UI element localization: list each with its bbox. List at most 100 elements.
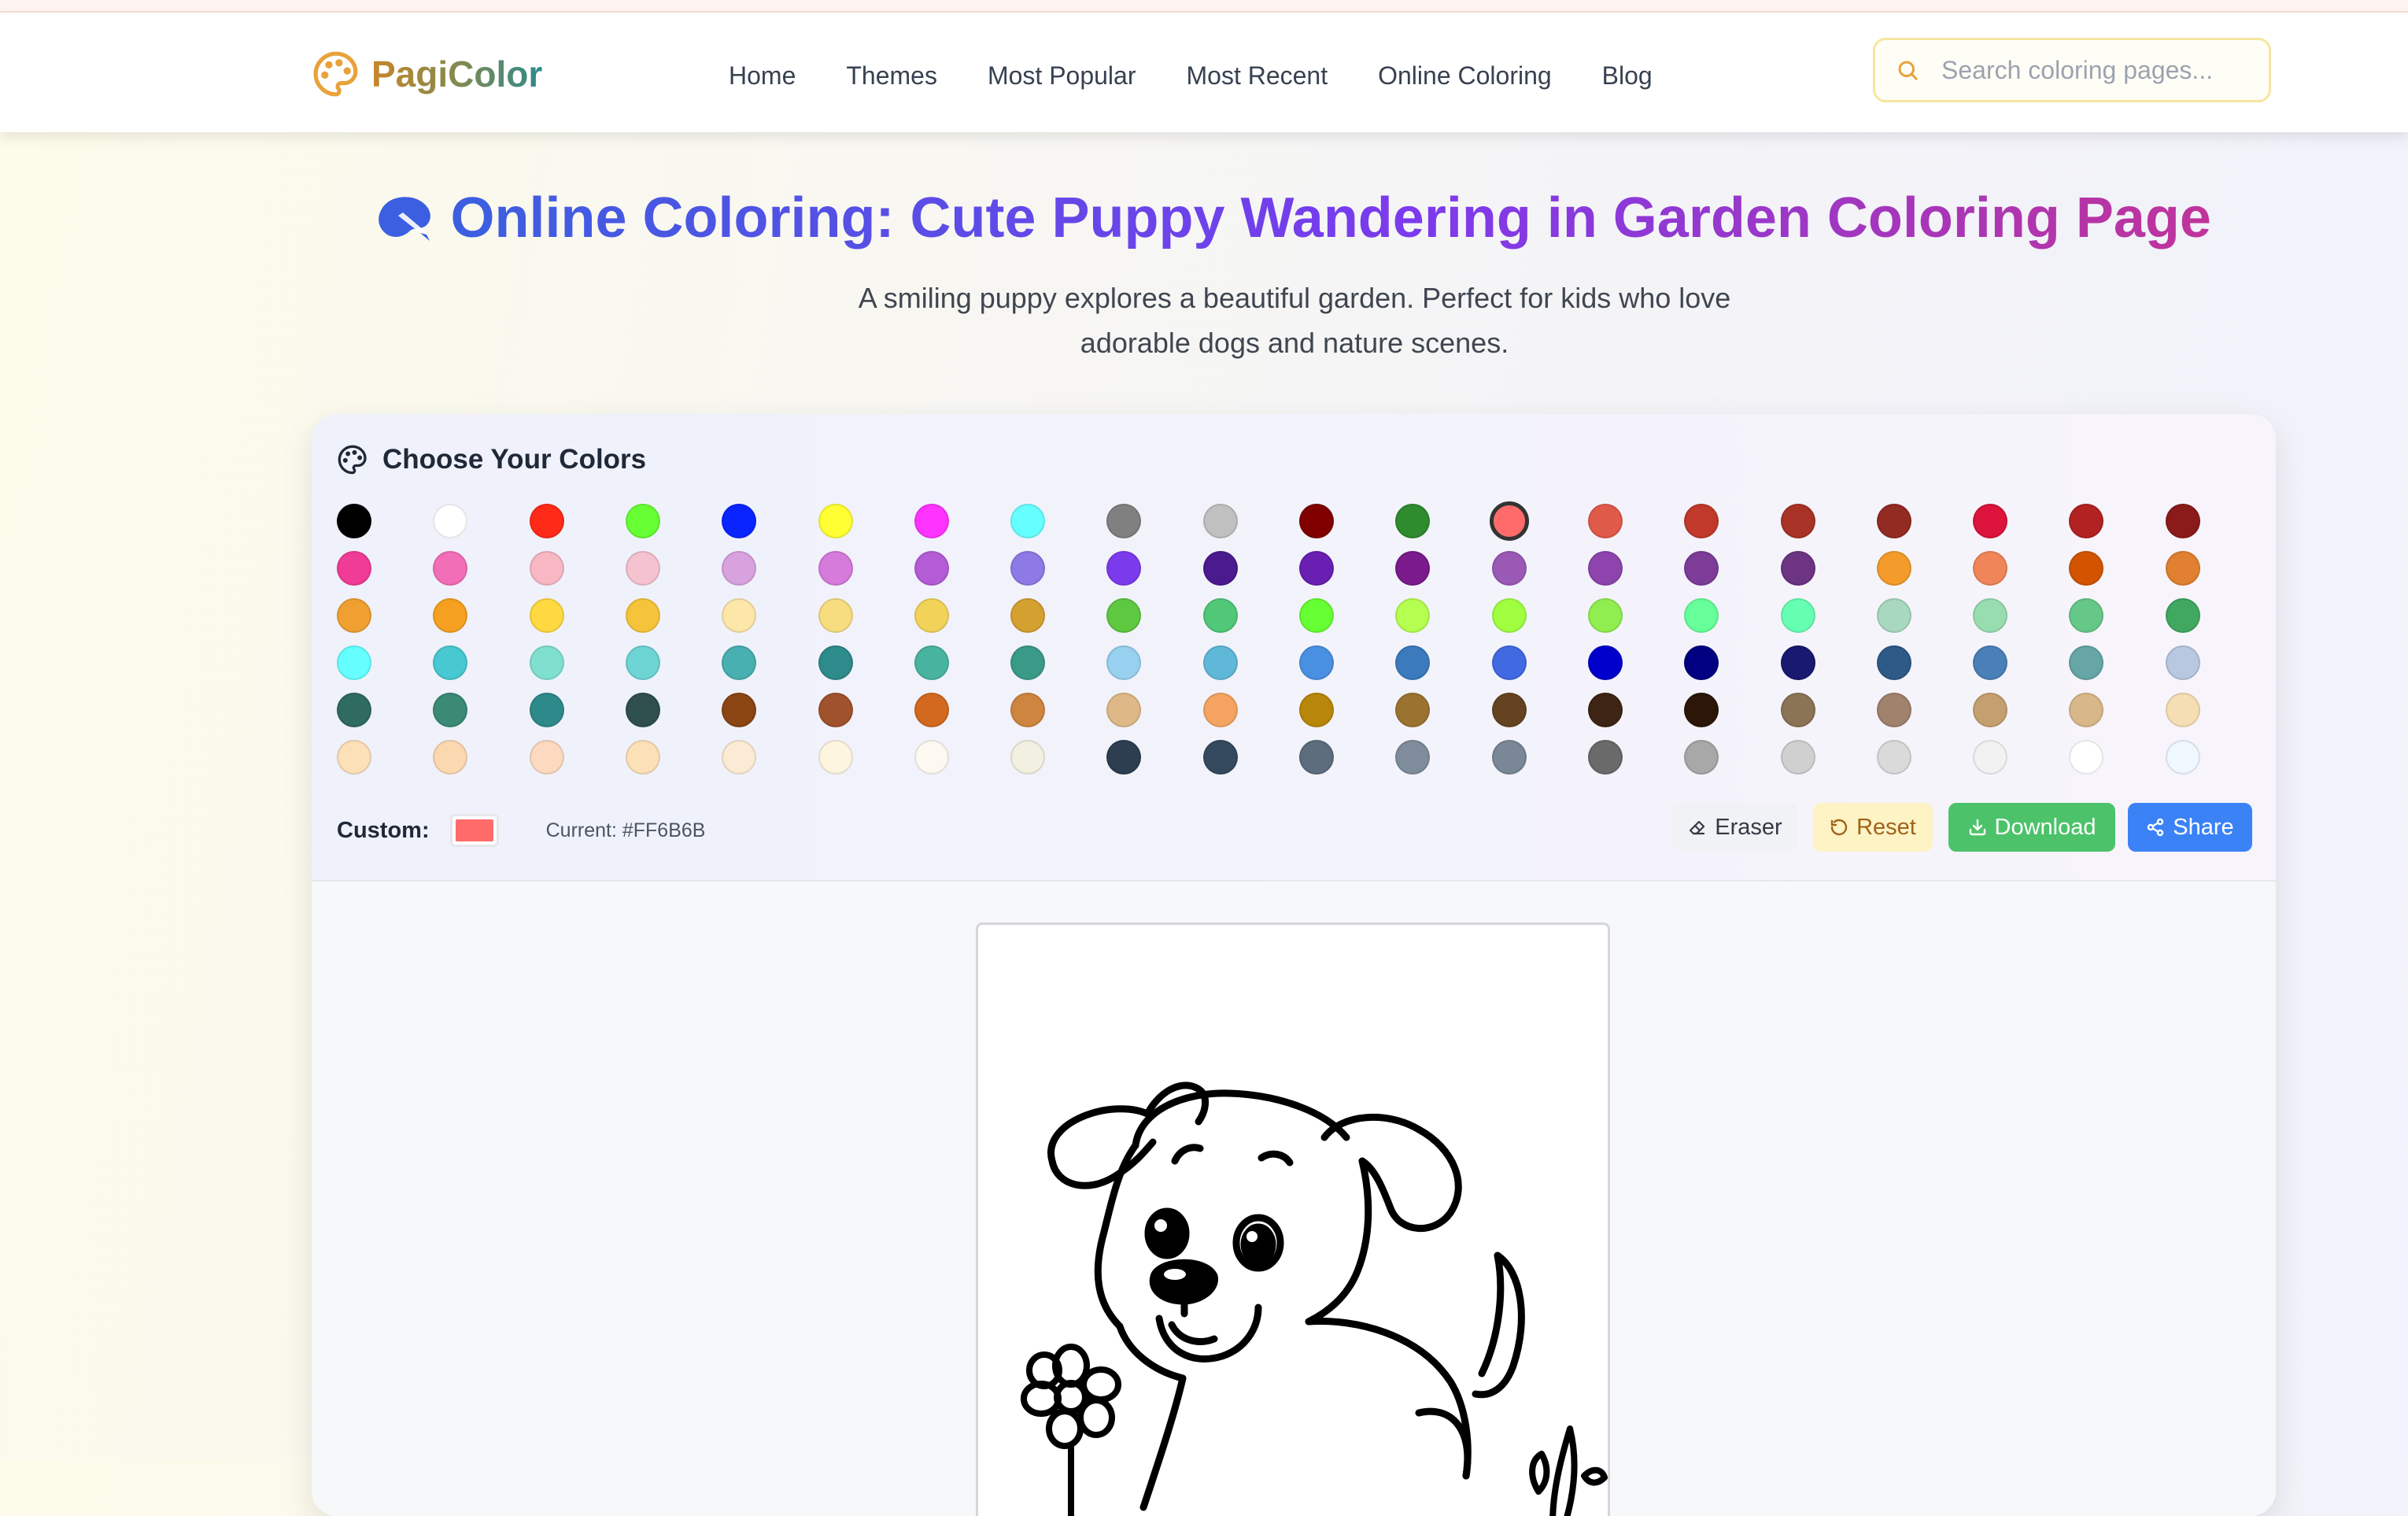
color-swatch[interactable] xyxy=(818,740,853,775)
color-swatch[interactable] xyxy=(2069,551,2104,586)
color-swatch[interactable] xyxy=(914,740,949,775)
color-swatch[interactable] xyxy=(2165,504,2200,538)
color-swatch[interactable] xyxy=(1973,645,2008,680)
color-swatch[interactable] xyxy=(722,693,757,727)
color-swatch[interactable] xyxy=(337,645,371,680)
color-swatch[interactable] xyxy=(1010,693,1046,727)
color-swatch[interactable] xyxy=(1491,598,1527,633)
color-swatch[interactable] xyxy=(1202,551,1238,586)
download-button[interactable]: Download xyxy=(1948,803,2115,852)
color-swatch[interactable] xyxy=(818,645,853,680)
color-swatch[interactable] xyxy=(1684,551,1719,586)
color-swatch[interactable] xyxy=(1587,693,1623,727)
share-button[interactable]: Share xyxy=(2128,803,2252,852)
color-swatch[interactable] xyxy=(1395,645,1431,680)
color-swatch[interactable] xyxy=(818,693,853,727)
color-swatch[interactable] xyxy=(818,551,853,586)
color-swatch[interactable] xyxy=(2069,740,2104,775)
color-swatch[interactable] xyxy=(1491,551,1527,586)
color-swatch[interactable] xyxy=(1684,740,1719,775)
color-swatch[interactable] xyxy=(1587,598,1623,633)
color-swatch[interactable] xyxy=(2165,645,2200,680)
color-swatch[interactable] xyxy=(722,645,757,680)
color-swatch[interactable] xyxy=(625,551,660,586)
color-swatch[interactable] xyxy=(1587,504,1623,538)
color-swatch[interactable] xyxy=(1010,645,1046,680)
color-swatch[interactable] xyxy=(433,504,468,538)
color-swatch[interactable] xyxy=(914,598,949,633)
puppy-line-art[interactable] xyxy=(978,925,1610,1516)
color-swatch[interactable] xyxy=(1876,598,1911,633)
color-swatch[interactable] xyxy=(1010,551,1046,586)
color-swatch[interactable] xyxy=(1973,598,2008,633)
color-swatch[interactable] xyxy=(1299,645,1334,680)
color-swatch[interactable] xyxy=(818,504,853,538)
color-swatch[interactable] xyxy=(914,645,949,680)
color-swatch[interactable] xyxy=(2069,504,2104,538)
color-swatch[interactable] xyxy=(1973,504,2008,538)
color-swatch[interactable] xyxy=(722,598,757,633)
color-swatch[interactable] xyxy=(914,693,949,727)
color-swatch[interactable] xyxy=(2069,645,2104,680)
color-swatch[interactable] xyxy=(337,504,371,538)
search-box[interactable] xyxy=(1873,38,2271,102)
color-swatch[interactable] xyxy=(337,693,371,727)
color-swatch[interactable] xyxy=(1106,693,1142,727)
color-swatch[interactable] xyxy=(1106,551,1142,586)
color-swatch[interactable] xyxy=(1876,740,1911,775)
color-swatch[interactable] xyxy=(1395,551,1431,586)
color-swatch[interactable] xyxy=(2165,693,2200,727)
reset-button[interactable]: Reset xyxy=(1813,803,1933,852)
color-swatch[interactable] xyxy=(1106,645,1142,680)
color-swatch[interactable] xyxy=(1876,645,1911,680)
color-swatch[interactable] xyxy=(1684,693,1719,727)
color-swatch[interactable] xyxy=(722,551,757,586)
color-swatch[interactable] xyxy=(337,551,371,586)
color-swatch[interactable] xyxy=(1780,551,1815,586)
color-swatch[interactable] xyxy=(1202,740,1238,775)
color-swatch[interactable] xyxy=(433,645,468,680)
color-swatch[interactable] xyxy=(2165,740,2200,775)
color-swatch[interactable] xyxy=(625,740,660,775)
color-swatch[interactable] xyxy=(1489,501,1529,541)
color-swatch[interactable] xyxy=(1106,504,1142,538)
color-swatch[interactable] xyxy=(1491,740,1527,775)
color-swatch[interactable] xyxy=(1587,551,1623,586)
color-swatch[interactable] xyxy=(1299,598,1334,633)
color-swatch[interactable] xyxy=(914,504,949,538)
color-swatch[interactable] xyxy=(2069,693,2104,727)
coloring-canvas[interactable] xyxy=(976,923,1610,1516)
color-swatch[interactable] xyxy=(1876,693,1911,727)
color-swatch[interactable] xyxy=(722,504,757,538)
color-swatch[interactable] xyxy=(1973,551,2008,586)
color-swatch[interactable] xyxy=(1587,740,1623,775)
color-swatch[interactable] xyxy=(818,598,853,633)
color-swatch[interactable] xyxy=(529,598,564,633)
color-swatch[interactable] xyxy=(1491,693,1527,727)
color-swatch[interactable] xyxy=(625,598,660,633)
custom-color-picker[interactable] xyxy=(449,814,499,847)
nav-most-recent[interactable]: Most Recent xyxy=(1186,61,1328,91)
color-swatch[interactable] xyxy=(1299,504,1334,538)
color-swatch[interactable] xyxy=(1876,551,1911,586)
color-swatch[interactable] xyxy=(529,551,564,586)
color-swatch[interactable] xyxy=(1973,740,2008,775)
color-swatch[interactable] xyxy=(914,551,949,586)
color-swatch[interactable] xyxy=(1010,504,1046,538)
color-swatch[interactable] xyxy=(529,645,564,680)
color-swatch[interactable] xyxy=(625,693,660,727)
color-swatch[interactable] xyxy=(1010,598,1046,633)
color-swatch[interactable] xyxy=(1780,693,1815,727)
nav-themes[interactable]: Themes xyxy=(846,61,937,91)
eraser-button[interactable]: Eraser xyxy=(1673,803,1797,852)
color-swatch[interactable] xyxy=(1202,598,1238,633)
nav-home[interactable]: Home xyxy=(729,61,796,91)
logo[interactable]: PagiColor xyxy=(312,49,542,99)
search-input[interactable] xyxy=(1940,54,2258,86)
color-swatch[interactable] xyxy=(1299,693,1334,727)
color-swatch[interactable] xyxy=(1973,693,2008,727)
color-swatch[interactable] xyxy=(1684,645,1719,680)
color-swatch[interactable] xyxy=(1780,598,1815,633)
color-swatch[interactable] xyxy=(1395,693,1431,727)
color-swatch[interactable] xyxy=(1876,504,1911,538)
